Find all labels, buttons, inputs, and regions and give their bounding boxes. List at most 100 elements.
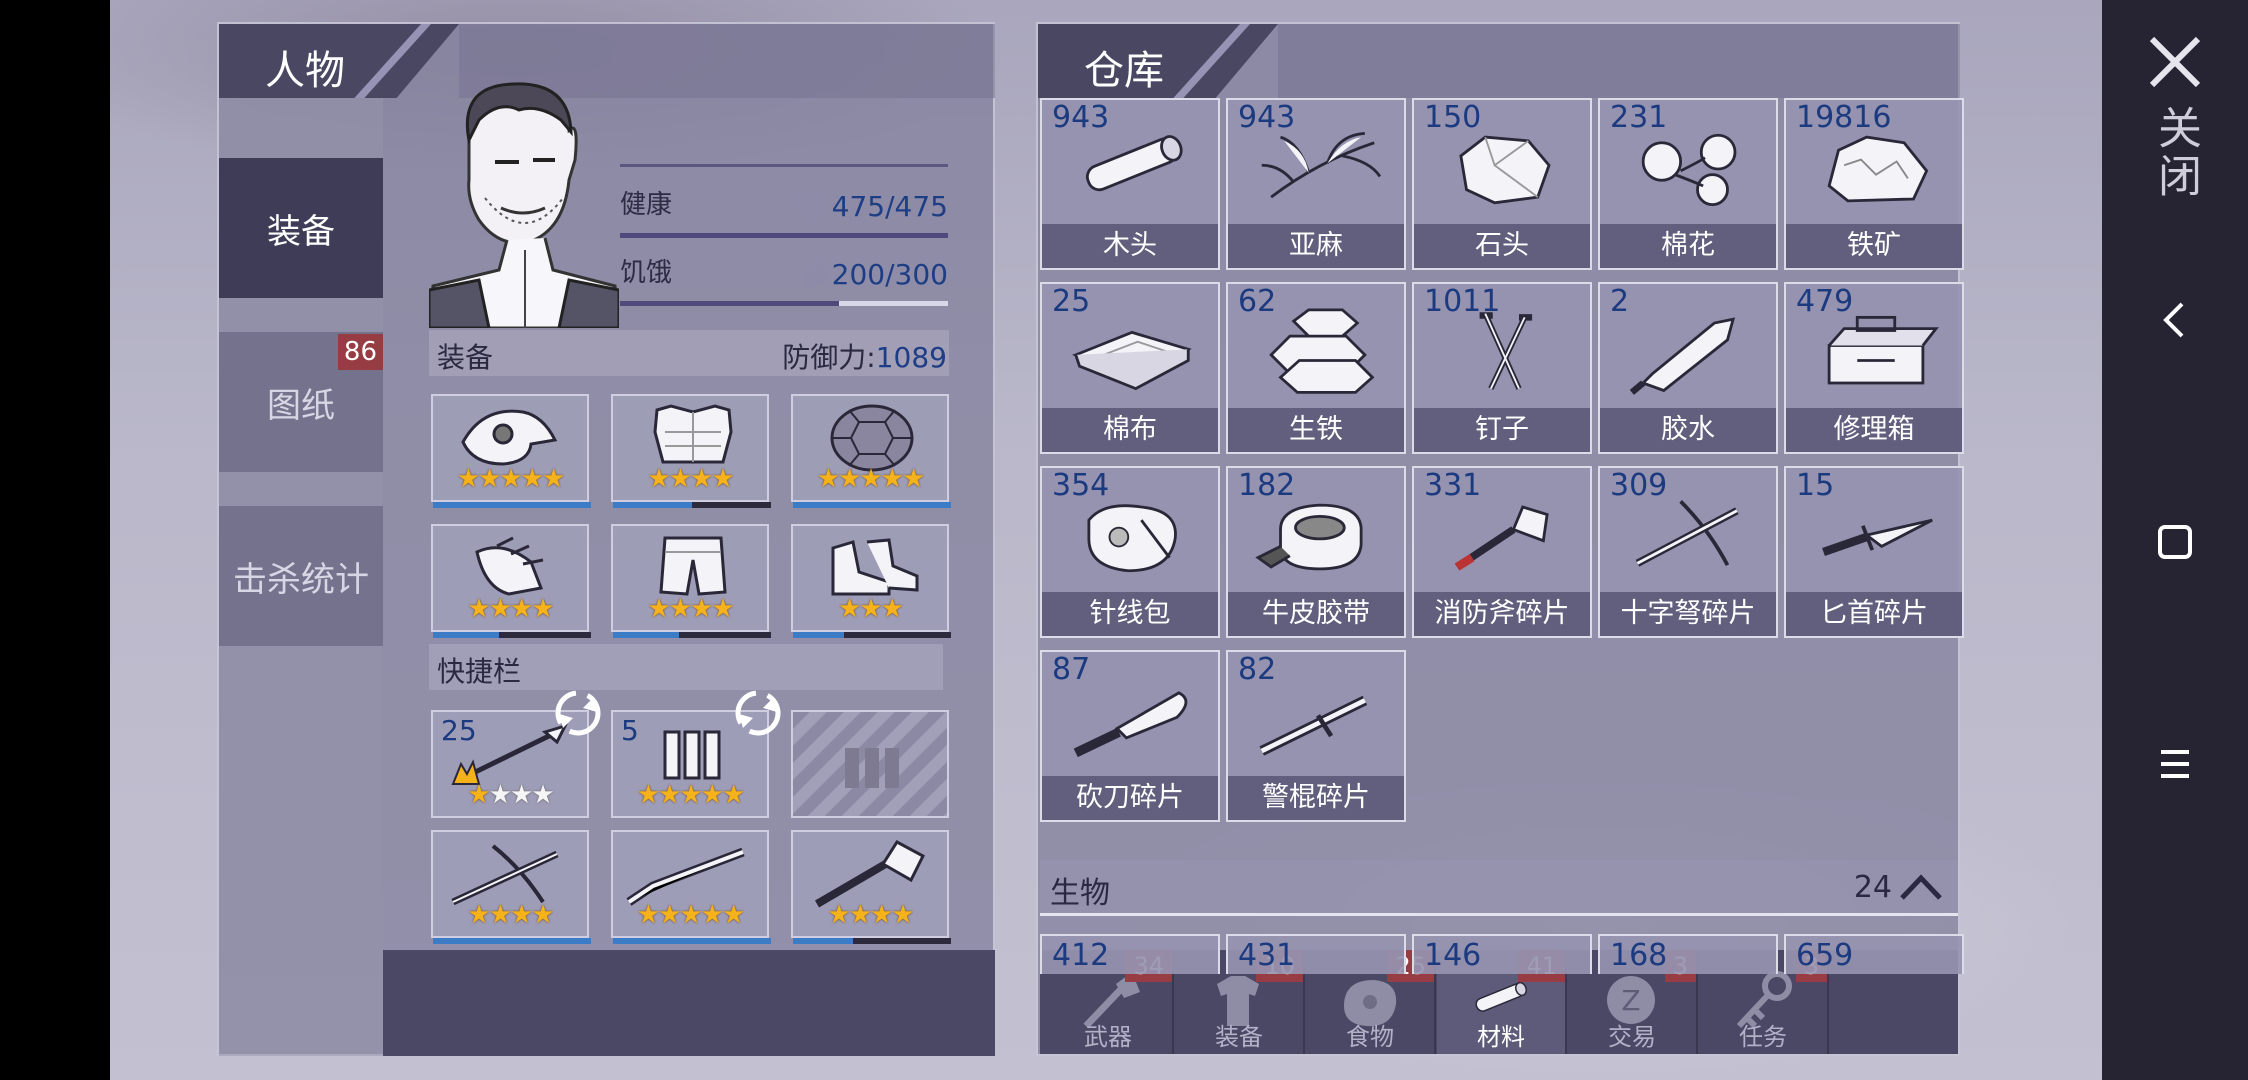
inventory-item[interactable]: 943 亚麻 [1226, 98, 1406, 270]
inventory-item[interactable]: 659 [1784, 934, 1964, 974]
inventory-item[interactable]: 19816 铁矿 [1784, 98, 1964, 270]
star-filled: ★ [690, 594, 713, 624]
swap-icon[interactable] [733, 688, 783, 738]
menu-button[interactable] [2102, 734, 2248, 794]
equipment-slot[interactable]: ★★★★★ [431, 394, 591, 508]
inventory-item[interactable]: 1011 钉子 [1412, 282, 1592, 454]
star-filled: ★ [467, 780, 490, 810]
inventory-item[interactable]: 331 消防斧碎片 [1412, 466, 1592, 638]
item-name: 牛皮胶带 [1228, 592, 1404, 636]
star-filled: ★ [531, 900, 554, 930]
inventory-item[interactable]: 412 [1040, 934, 1220, 974]
cotton-icon [1641, 133, 1737, 207]
side-tab-label: 击杀统计 [233, 559, 369, 600]
durability-bar [433, 502, 591, 508]
inventory-item[interactable]: 87 砍刀碎片 [1040, 650, 1220, 822]
sewing-kit-icon [1087, 504, 1177, 573]
inventory-item[interactable]: 354 针线包 [1040, 466, 1220, 638]
turtle-shell-icon [830, 404, 914, 472]
crossbow-fragment-icon [1635, 500, 1739, 567]
item-count: 412 [1052, 938, 1110, 973]
star-filled: ★ [690, 464, 713, 494]
health-value: 475/475 [831, 190, 948, 223]
equipment-slot[interactable]: ★★★★★ [791, 394, 951, 508]
menu-icon [2161, 750, 2189, 778]
inventory-item[interactable]: 150 石头 [1412, 98, 1592, 270]
hunger-bar [620, 301, 948, 306]
equipment-slot[interactable]: ★★★ [791, 524, 951, 638]
category-label: 任务 [1739, 1023, 1787, 1051]
side-tab-kill-stats[interactable]: 击杀统计 [219, 506, 383, 646]
quickbar-slot[interactable]: ★★★★ [431, 830, 591, 944]
inventory-item[interactable]: 2 胶水 [1598, 282, 1778, 454]
star-filled: ★ [838, 594, 861, 624]
side-tab-blueprints[interactable]: 图纸 86 [219, 332, 383, 472]
home-icon [2158, 525, 2192, 559]
inventory-item[interactable]: 479 修理箱 [1784, 282, 1964, 454]
star-filled: ★ [647, 594, 670, 624]
star-filled: ★ [891, 900, 914, 930]
quickbar-slot[interactable]: 5 ★★★★★ [611, 690, 781, 818]
quickbar-slot[interactable]: ★★★★★ [611, 830, 771, 944]
equipment-slot[interactable]: ★★★★ [611, 524, 771, 638]
health-bar-fill [620, 233, 948, 238]
star-filled: ★ [499, 464, 522, 494]
nails-icon [1479, 312, 1533, 390]
category-label: 交易 [1608, 1023, 1656, 1051]
inventory-item[interactable]: 231 棉花 [1598, 98, 1778, 270]
star-filled: ★ [668, 464, 692, 494]
close-button[interactable]: 关闭 [2102, 18, 2248, 218]
inventory-item[interactable]: 146 [1412, 934, 1592, 974]
inventory-item[interactable]: 182 牛皮胶带 [1226, 466, 1406, 638]
item-name: 钉子 [1414, 408, 1590, 452]
quickbar-slot-empty[interactable] [791, 710, 949, 818]
iron-ore-icon [1827, 135, 1929, 203]
side-tab-equipment[interactable]: 装备 [219, 158, 383, 298]
back-icon [2163, 302, 2184, 338]
durability-fill [433, 938, 591, 944]
swap-icon[interactable] [553, 688, 603, 738]
equipment-slot[interactable]: ★★★★ [431, 524, 591, 638]
back-button[interactable] [2102, 290, 2248, 350]
durability-bar [433, 938, 591, 944]
star-filled: ★ [880, 594, 904, 624]
inventory-item[interactable]: 309 十字弩碎片 [1598, 466, 1778, 638]
star-filled: ★ [838, 464, 861, 494]
defense-value: 1089 [875, 341, 947, 374]
section-count: 24 [1853, 870, 1892, 905]
inventory-item[interactable]: 25 棉布 [1040, 282, 1220, 454]
star-filled: ★ [816, 464, 840, 494]
durability-bar [793, 632, 951, 638]
section-creatures[interactable]: 生物 24 [1040, 860, 1958, 916]
star-filled: ★ [711, 594, 734, 624]
star-rating: ★★★★ [433, 780, 587, 810]
star-filled: ★ [531, 594, 554, 624]
inventory-item[interactable]: 82 警棍碎片 [1226, 650, 1406, 822]
equipment-slot[interactable]: ★★★★ [611, 394, 771, 508]
section-label: 生物 [1050, 876, 1110, 911]
character-portrait [429, 82, 619, 328]
star-rating: ★★★★★ [613, 900, 767, 930]
chevron-up-icon[interactable] [1898, 872, 1944, 902]
star-rating: ★★★★★ [793, 464, 947, 494]
equipment-header: 装备 防御力:1089 [429, 330, 949, 376]
inventory-item[interactable]: 168 [1598, 934, 1778, 974]
star-filled: ★ [520, 464, 544, 494]
item-name: 胶水 [1600, 408, 1776, 452]
inventory-item[interactable]: 15 匕首碎片 [1784, 466, 1964, 638]
home-button[interactable] [2102, 512, 2248, 572]
quickbar-slot[interactable]: 25 ★★★★ [431, 690, 601, 818]
star-filled: ★ [636, 780, 660, 810]
star-empty: ★ [488, 780, 512, 810]
star-filled: ★ [541, 464, 565, 494]
durability-fill [433, 502, 591, 508]
inventory-item[interactable]: 62 生铁 [1226, 282, 1406, 454]
character-title-tab: 人物 [219, 24, 459, 98]
svg-text:Z: Z [1621, 984, 1640, 1017]
inventory-item[interactable]: 943 木头 [1040, 98, 1220, 270]
bird-mask-icon [461, 409, 558, 466]
quickbar-slot[interactable]: ★★★★ [791, 830, 951, 944]
item-name: 砍刀碎片 [1042, 776, 1218, 820]
inventory-item[interactable]: 431 [1226, 934, 1406, 974]
category-label: 材料 [1477, 1023, 1525, 1051]
